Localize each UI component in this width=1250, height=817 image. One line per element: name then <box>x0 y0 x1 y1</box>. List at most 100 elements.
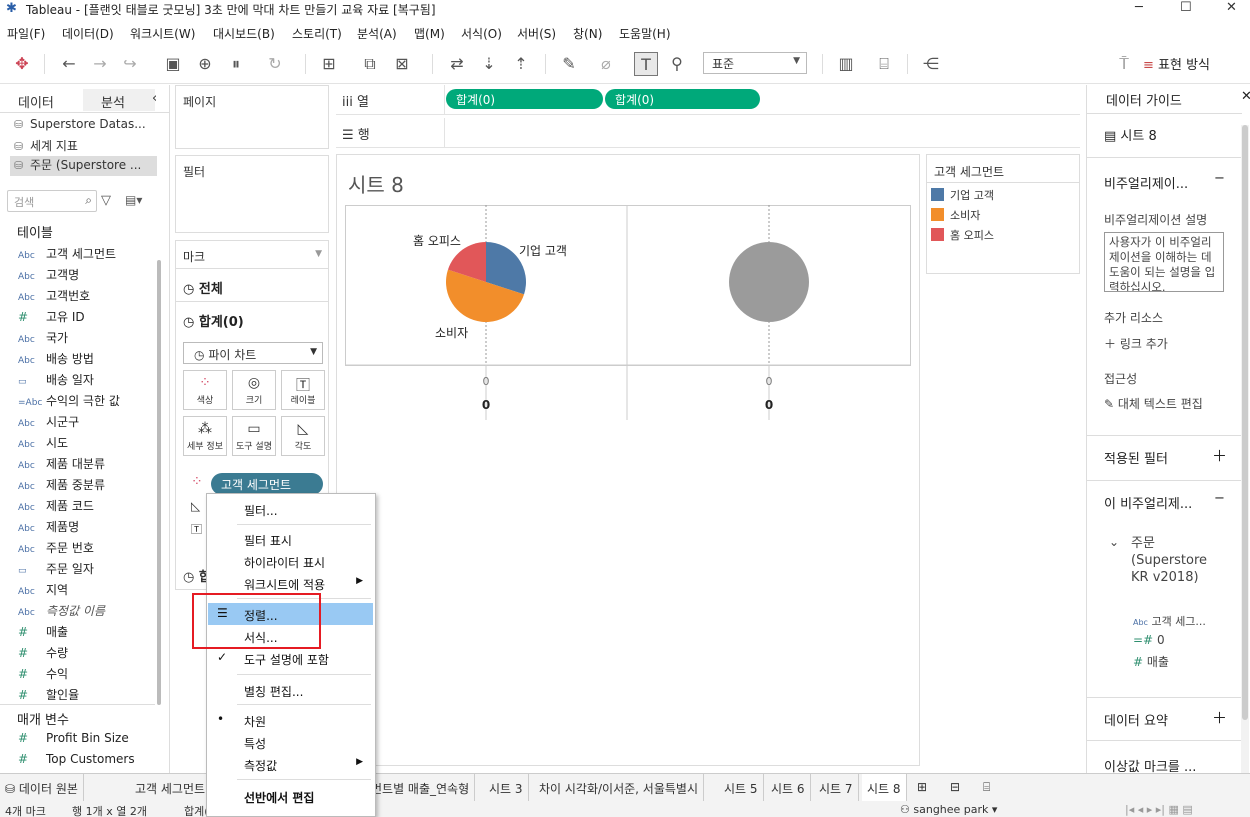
data-source-item[interactable]: ⛁ Superstore Datas... <box>14 117 146 137</box>
color-legend[interactable]: 고객 세그먼트 기업 고객 소비자 홈 오피스 <box>926 154 1080 274</box>
collapse-pane-icon[interactable]: ‹ <box>152 89 157 111</box>
label-button[interactable]: 🅃 레이블 <box>281 370 325 410</box>
presentation-mode-icon[interactable]: ⌸ <box>872 52 896 76</box>
menu-help[interactable]: 도움말(H) <box>619 25 671 42</box>
undo-icon[interactable]: ← <box>57 52 81 76</box>
add-icon[interactable]: ＋ <box>1212 445 1227 466</box>
mark-type-select[interactable]: ◷ 파이 차트 ▼ <box>183 342 323 364</box>
sort-descending-icon[interactable]: ⇡ <box>509 52 533 76</box>
menu-format[interactable]: 서식(O) <box>461 25 502 42</box>
close-button[interactable]: ✕ <box>1226 0 1237 15</box>
replay-icon[interactable]: ↪ <box>118 52 142 76</box>
legend-item[interactable]: 기업 고객 <box>931 187 994 205</box>
new-dashboard-icon[interactable]: ⊟ <box>945 774 965 801</box>
sheet-tab[interactable]: 시트 7 <box>814 774 859 801</box>
refresh-icon[interactable]: ↻ <box>263 52 287 76</box>
menu-window[interactable]: 창(N) <box>573 25 602 42</box>
field-item[interactable]: ▭ 주문 일자 <box>18 560 158 580</box>
field-item[interactable]: =Abc 수익의 극한 값 <box>18 392 158 412</box>
field-item[interactable]: Abc 지역 <box>18 581 158 601</box>
sheet-tab[interactable]: 시트 5 <box>719 774 764 801</box>
menu-data[interactable]: 데이터(D) <box>62 25 114 42</box>
maximize-button[interactable]: ☐ <box>1180 0 1192 15</box>
show-cards-icon[interactable]: ▥ <box>834 52 858 76</box>
alt-text-button[interactable]: ✎ 대체 텍스트 편집 <box>1104 395 1203 412</box>
menu-analysis[interactable]: 분석(A) <box>357 25 397 42</box>
field-item[interactable]: # 고유 ID <box>18 308 158 328</box>
marks-segment-pill[interactable]: 고객 세그먼트 <box>211 473 323 495</box>
close-guide-icon[interactable]: ✕ <box>1241 89 1250 104</box>
collapse-icon[interactable]: − <box>1214 171 1225 186</box>
field-item[interactable]: # 수익 <box>18 665 158 685</box>
sheet-tab-active[interactable]: 시트 8 <box>862 774 907 801</box>
field-item[interactable]: # 수량 <box>18 644 158 664</box>
sort-ascending-icon[interactable]: ⇣ <box>477 52 501 76</box>
field-item[interactable]: Abc 제품명 <box>18 518 158 538</box>
fix-axes-icon[interactable]: ⚲ <box>665 52 689 76</box>
field-item[interactable]: Abc 배송 방법 <box>18 350 158 370</box>
field-item[interactable]: Abc 주문 번호 <box>18 539 158 559</box>
filter-icon[interactable]: ▽ <box>101 193 111 208</box>
add-icon[interactable]: ＋ <box>1212 707 1227 728</box>
clear-sheet-icon[interactable]: ⊠ <box>390 52 414 76</box>
column-pill[interactable]: 합계(0) <box>446 89 603 109</box>
columns-shelf[interactable]: iii 열 합계(0) 합계(0) <box>336 85 1080 115</box>
fit-select[interactable]: 표준 ▼ <box>703 52 807 74</box>
pin-icon[interactable]: ⍑ <box>1112 52 1136 76</box>
swap-icon[interactable]: ⇄ <box>445 52 469 76</box>
highlight-icon[interactable]: ✎ <box>557 52 581 76</box>
marks-sum[interactable]: ◷ 합계(0) <box>183 311 244 330</box>
column-pill[interactable]: 합계(0) <box>605 89 760 109</box>
field-item[interactable]: Abc 시군구 <box>18 413 158 433</box>
parameter-item[interactable]: # Profit Bin Size <box>18 731 158 751</box>
field-item[interactable]: Abc 제품 중분류 <box>18 476 158 496</box>
menu-item-dimension[interactable]: • 차원 <box>208 709 373 731</box>
menu-item-edit-aliases[interactable]: 별칭 편집... <box>208 679 373 701</box>
chevron-down-icon[interactable]: ▼ <box>315 249 322 259</box>
legend-item[interactable]: 소비자 <box>931 207 980 225</box>
filters-shelf[interactable]: 필터 <box>175 155 329 233</box>
menu-item-measure[interactable]: 측정값 ▶ <box>208 753 373 775</box>
pages-shelf[interactable]: 페이지 <box>175 85 329 149</box>
rows-shelf[interactable]: ☰ 행 <box>336 118 1080 148</box>
save-icon[interactable]: ▣ <box>161 52 185 76</box>
view-canvas[interactable]: 시트 8 홈 오피스 기업 고객 소비자 0 0 0 0 <box>336 154 920 766</box>
user-name[interactable]: ⚇ sanghee park ▾ <box>900 803 997 816</box>
menu-worksheet[interactable]: 워크시트(W) <box>130 25 195 42</box>
legend-item[interactable]: 홈 오피스 <box>931 227 994 245</box>
new-story-icon[interactable]: ⌸ <box>978 774 995 801</box>
sheet-navigation[interactable]: |◂ ◂ ▸ ▸| ▦ ▤ <box>1125 803 1193 816</box>
new-worksheet-icon[interactable]: ⊞ <box>912 774 932 801</box>
angle-button[interactable]: ◺ 각도 <box>281 416 325 456</box>
view-options-icon[interactable]: ▤▾ <box>125 193 142 207</box>
menu-file[interactable]: 파일(F) <box>7 25 45 42</box>
detail-button[interactable]: ⁂ 세부 정보 <box>183 416 227 456</box>
tableau-home-icon[interactable]: ✥ <box>10 52 34 76</box>
scrollbar[interactable] <box>1241 125 1249 775</box>
menu-dashboard[interactable]: 대시보드(B) <box>213 25 275 42</box>
sheet-tab[interactable]: 시트 3 <box>484 774 529 801</box>
minimize-button[interactable]: ─ <box>1135 0 1143 15</box>
pie-gray[interactable] <box>729 242 809 322</box>
pause-updates-icon[interactable]: ⏸ <box>224 52 248 76</box>
share-icon[interactable]: ⋲ <box>919 52 943 76</box>
menu-item-include-in-tooltip[interactable]: ✓ 도구 설명에 포함 <box>208 647 373 669</box>
size-button[interactable]: ◎ 크기 <box>232 370 276 410</box>
tab-data[interactable]: 데이터 <box>0 89 83 111</box>
show-labels-icon[interactable]: T <box>634 52 658 76</box>
field-item[interactable]: Abc 국가 <box>18 329 158 349</box>
marks-all[interactable]: ◷ 전체 <box>183 278 223 297</box>
menu-item-show-filter[interactable]: 필터 표시 <box>208 528 373 550</box>
field-item[interactable]: Abc 제품 대분류 <box>18 455 158 475</box>
parameter-item[interactable]: # Top Customers <box>18 752 158 772</box>
tooltip-button[interactable]: ▭ 도구 설명 <box>232 416 276 456</box>
new-worksheet-icon[interactable]: ⊞ <box>317 52 341 76</box>
show-me-button[interactable]: ≡ 표현 방식 <box>1143 54 1233 74</box>
chevron-down-icon[interactable]: ⌄ <box>1109 535 1119 549</box>
new-data-source-icon[interactable]: ⊕ <box>193 52 217 76</box>
sheet-tab[interactable]: 고객 세그먼트 <box>130 774 212 801</box>
field-item[interactable]: ▭ 배송 일자 <box>18 371 158 391</box>
field-item[interactable]: Abc 제품 코드 <box>18 497 158 517</box>
data-source-item-selected[interactable]: ⛁ 주문 (Superstore ... <box>10 156 157 176</box>
search-input[interactable]: 검색 ⌕ <box>7 190 97 212</box>
